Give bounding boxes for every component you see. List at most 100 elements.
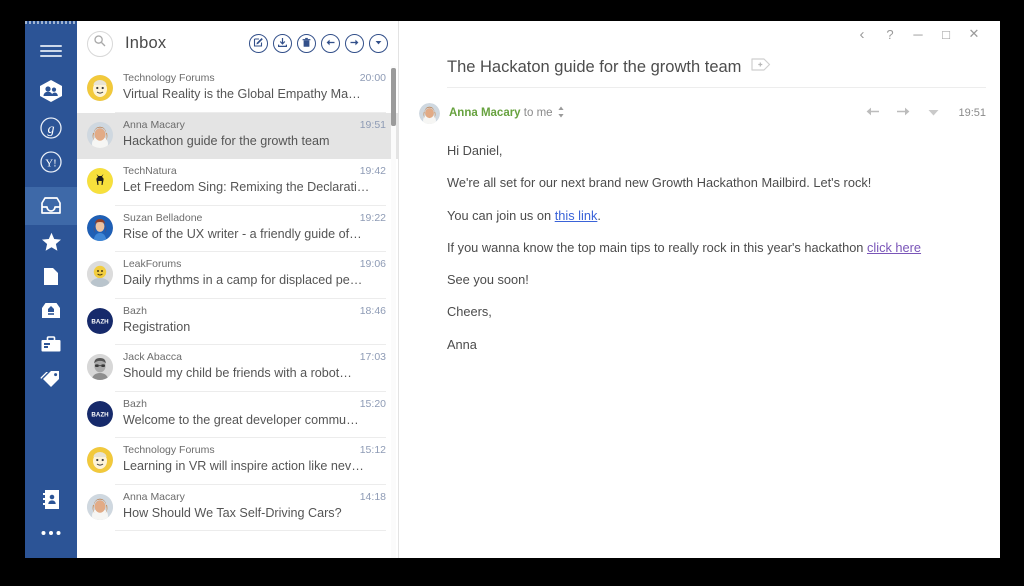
message-body: Hi Daniel, We're all set for our next br… [399,128,1000,558]
table-row[interactable]: LeakForums 19:06 Daily rhythms in a camp… [77,252,398,299]
more-button[interactable] [369,34,388,53]
mail-row-content: Technology Forums 20:00 Virtual Reality … [123,72,386,101]
mail-time: 19:22 [359,211,386,224]
body-paragraph-4: See you soon! [447,272,529,288]
help-button[interactable]: ? [876,22,904,46]
svg-text:Y!: Y! [45,158,57,170]
back-button[interactable]: ‹ [848,22,876,46]
sidebar-item-google-account[interactable]: g [25,111,77,145]
list-scrollbar[interactable] [391,66,396,558]
reply-arrow-icon [865,104,880,121]
table-row[interactable]: Suzan Belladone 19:22 Rise of the UX wri… [77,206,398,252]
sidebar-item-drafts[interactable] [25,259,77,293]
body-signoff: Cheers, [447,304,492,320]
table-row[interactable]: Anna Macary 19:51 Hackathon guide for th… [77,112,398,159]
reply-button[interactable] [865,104,880,122]
more-chevron-icon [373,35,384,53]
message-more-button[interactable] [927,104,940,122]
sidebar-item-inbox[interactable] [25,187,77,225]
minimize-icon: ─ [913,26,923,42]
help-icon: ? [886,26,894,42]
compose-button[interactable] [249,34,268,53]
accounts-people-icon [38,79,64,103]
reading-pane: ‹ ? ─ □ ✕ The Hackaton guide for the gro… [399,21,1000,558]
sidebar-item-menu[interactable] [25,31,77,71]
table-row[interactable]: Technology Forums 15:12 Learning in VR w… [77,438,398,485]
add-tag-button[interactable] [751,57,771,77]
mail-sender: Anna Macary [123,118,185,131]
sidebar-item-accounts[interactable] [25,71,77,111]
mail-client-window: g Y! Inbox Technology Forums 20:00 Virtu… [25,21,1000,558]
click-here-link[interactable]: click here [867,240,921,255]
search-button[interactable] [87,30,113,57]
mail-sender: Technology Forums [123,444,215,456]
avatar [87,261,113,287]
table-row[interactable]: Anna Macary 14:18 How Should We Tax Self… [77,485,398,531]
this-link[interactable]: this link [555,208,598,223]
minimize-button[interactable]: ─ [904,22,932,46]
expand-details-button[interactable] [557,106,565,120]
reply-button[interactable] [321,34,340,53]
body-paragraph-3: If you wanna know the top main tips to r… [447,239,970,256]
mail-subject: Learning in VR will inspire action like … [123,459,364,473]
yahoo-account-icon: Y! [40,151,62,173]
mail-subject: Should my child be friends with a robot… [123,366,352,380]
search-icon [93,34,107,53]
mail-time: 20:00 [359,72,386,84]
mail-row-content: Bazh 15:20 Welcome to the great develope… [123,398,386,427]
maximize-button[interactable]: □ [932,22,960,46]
mail-subject: Registration [123,319,191,334]
message-sender-name: Anna Macary [449,107,521,119]
table-row[interactable]: TechNatura 19:42 Let Freedom Sing: Remix… [77,159,398,206]
svg-text:BAZH: BAZH [91,318,109,325]
avatar: BAZH [87,307,113,334]
forward-button[interactable] [345,34,364,53]
drafts-icon [43,267,59,286]
mail-subject: Hackathon guide for the growth team [123,133,330,148]
sidebar-item-contacts[interactable] [25,482,77,516]
table-row[interactable]: BAZH Bazh 18:46 Registration [77,299,398,345]
table-row[interactable]: Jack Abacca 17:03 Should my child be fri… [77,345,398,392]
delete-button[interactable] [297,34,316,53]
avatar [419,102,440,124]
sidebar-item-archive[interactable] [25,293,77,327]
list-toolbar-actions [249,34,390,53]
mail-time: 18:46 [359,304,386,317]
sidebar-item-yahoo-account[interactable]: Y! [25,145,77,179]
forward-button[interactable] [896,104,911,122]
archive-icon [40,301,62,320]
tag-icon [40,368,62,388]
table-row[interactable]: BAZH Bazh 15:20 Welcome to the great dev… [77,392,398,438]
sidebar-item-apps[interactable] [25,327,77,361]
mail-sender: TechNatura [123,165,177,177]
forward-arrow-icon [896,104,911,121]
avatar [87,168,113,194]
delete-trash-icon [301,35,312,53]
sidebar-item-more[interactable] [25,516,77,550]
avatar [87,493,113,520]
mail-subject: Welcome to the great developer commu… [123,412,359,427]
list-scrollbar-thumb[interactable] [391,68,396,126]
reply-icon [325,35,336,53]
svg-text:BAZH: BAZH [91,411,109,418]
message-header: Anna Macary to me 19:51 [399,88,1000,128]
avatar: BAZH [87,400,113,427]
mail-list[interactable]: Technology Forums 20:00 Virtual Reality … [77,66,398,558]
list-toolbar: Inbox [77,21,398,66]
body-greeting: Hi Daniel, [447,143,503,158]
archive-button[interactable] [273,34,292,53]
maximize-icon: □ [942,26,950,42]
folder-title: Inbox [125,34,167,52]
mail-subject: Rise of the UX writer - a friendly guide… [123,226,362,241]
body-text: If you wanna know the top main tips to r… [447,239,867,255]
mail-subject: How Should We Tax Self-Driving Cars? [123,505,342,520]
close-button[interactable]: ✕ [960,22,988,46]
table-row[interactable]: Technology Forums 20:00 Virtual Reality … [77,66,398,113]
mail-row-content: Technology Forums 15:12 Learning in VR w… [123,444,386,473]
window-drag-handle [25,21,77,24]
mail-time: 19:51 [359,118,386,131]
sidebar-item-starred[interactable] [25,225,77,259]
message-time: 19:51 [958,107,986,119]
mail-row-content: TechNatura 19:42 Let Freedom Sing: Remix… [123,165,386,194]
sidebar-item-labels[interactable] [25,361,77,395]
